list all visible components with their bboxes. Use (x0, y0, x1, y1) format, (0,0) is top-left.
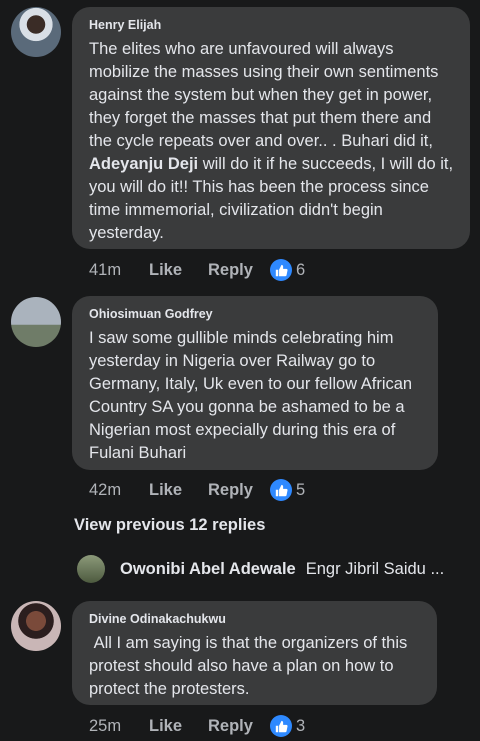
reaction-count: 5 (296, 480, 306, 499)
comment-author-name[interactable]: Ohiosimuan Godfrey (89, 307, 422, 321)
comment-timestamp[interactable]: 42m (89, 481, 149, 500)
reaction-summary[interactable]: 3 (270, 715, 305, 737)
avatar-henry-elijah[interactable] (11, 7, 61, 57)
comment-author-name[interactable]: Henry Elijah (89, 18, 454, 32)
reply-snippet: Engr Jibril Saidu ... (305, 559, 445, 578)
reply-button[interactable]: Reply (208, 481, 270, 500)
comment-bubble-1: Henry Elijah The elites who are unfavour… (72, 7, 470, 249)
comment-timestamp[interactable]: 25m (89, 717, 149, 736)
comment-bubble-3: Divine Odinakachukwu All I am saying is … (72, 601, 437, 705)
comment-actions-1: 41m Like Reply 6 (89, 259, 305, 281)
avatar-divine-odinakachukwu[interactable] (11, 601, 61, 651)
reaction-count: 3 (296, 716, 306, 735)
reply-button[interactable]: Reply (208, 717, 270, 736)
comment-timestamp[interactable]: 41m (89, 261, 149, 280)
avatar-ohiosimuan-godfrey[interactable] (11, 297, 61, 347)
thumbs-up-icon (270, 479, 292, 501)
comment-author-name[interactable]: Divine Odinakachukwu (89, 612, 421, 626)
comment-actions-2: 42m Like Reply 5 (89, 479, 305, 501)
comment-text: All I am saying is that the organizers o… (89, 634, 412, 698)
avatar (77, 555, 105, 583)
comment-bubble-2: Ohiosimuan Godfrey I saw some gullible m… (72, 296, 438, 470)
comment-text: I saw some gullible minds celebrating hi… (89, 329, 413, 462)
reply-author-name[interactable]: Owonibi Abel Adewale (120, 560, 296, 579)
comment-actions-3: 25m Like Reply 3 (89, 715, 305, 737)
reaction-summary[interactable]: 6 (270, 259, 305, 281)
view-previous-replies-link[interactable]: View previous 12 replies (74, 516, 265, 535)
comment-text: The elites who are unfavoured will alway… (89, 40, 454, 242)
reply-preview[interactable]: Owonibi Abel Adewale Engr Jibril Saidu .… (77, 555, 444, 583)
thumbs-up-icon (270, 259, 292, 281)
reply-button[interactable]: Reply (208, 261, 270, 280)
reaction-summary[interactable]: 5 (270, 479, 305, 501)
like-button[interactable]: Like (149, 481, 208, 500)
thumbs-up-icon (270, 715, 292, 737)
mention-link[interactable]: Adeyanju Deji (89, 155, 198, 173)
like-button[interactable]: Like (149, 261, 208, 280)
like-button[interactable]: Like (149, 717, 208, 736)
reaction-count: 6 (296, 260, 306, 279)
